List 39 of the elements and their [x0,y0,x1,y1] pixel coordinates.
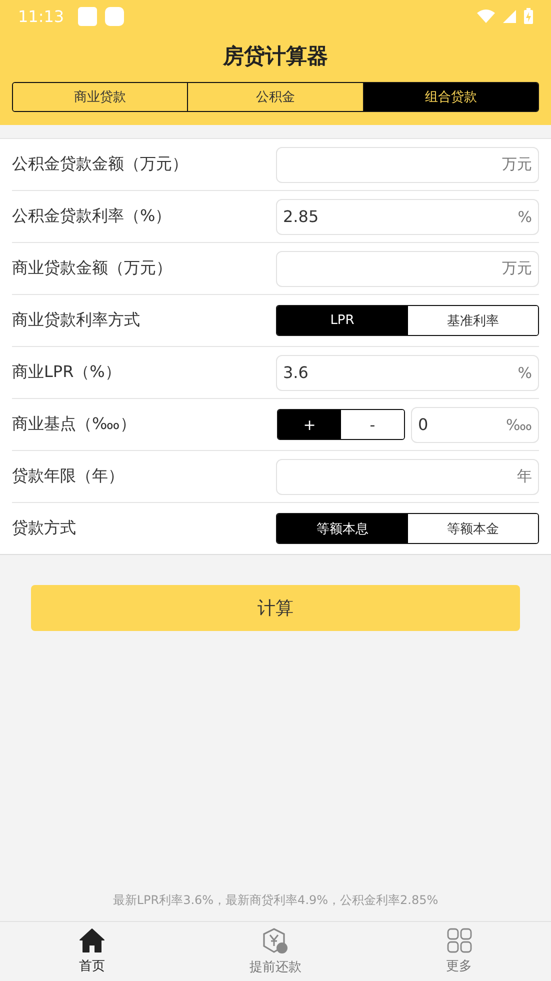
unit-label: 万元 [502,155,532,174]
calculate-button[interactable]: 计算 [31,585,520,631]
input-field[interactable]: 万元 [276,146,539,182]
field-label: 公积金贷款金额（万元） [12,154,189,175]
page-title: 房贷计算器 [222,43,329,70]
field-label: 商业贷款利率方式 [12,310,141,331]
unit-label: 万元 [502,259,532,278]
tab[interactable]: 组合贷款 [362,83,538,111]
field-label: 公积金贷款利率（%） [12,206,172,227]
field-label: 商业基点（‱） [12,414,137,435]
segment-option[interactable]: LPR [277,306,408,335]
unit-label: 年 [517,467,532,486]
home-icon [78,928,105,953]
input-field[interactable]: 年 [276,458,539,494]
rate-note: 最新LPR利率3.6%，最新商贷利率4.9%，公积金利率2.85% [112,892,440,909]
field-label: 贷款年限（年） [12,466,125,487]
unit-label: % [518,208,532,226]
field-label: 贷款方式 [12,518,77,539]
notification-icon [78,6,98,26]
input-field[interactable]: 3.6 % [276,354,539,390]
status-time: 11:13 [18,6,64,26]
field-label: 商业贷款金额（万元） [12,258,173,279]
notification-icon [105,6,124,26]
nav-tab[interactable]: 更多 [367,922,551,981]
field-label: 商业LPR（%） [12,362,122,383]
segment-option[interactable]: + [278,410,341,439]
input-field[interactable]: 0 ‱ [411,406,539,442]
grid-icon [446,928,472,953]
nav-tab[interactable]: 首页 [0,922,184,981]
wifi-icon [477,9,495,23]
battery-icon [524,8,533,24]
hexagon-coin-icon [262,928,289,954]
signal-icon [503,10,516,22]
input-field[interactable]: 2.85 % [276,198,539,234]
unit-label: % [518,364,532,382]
nav-tab[interactable]: 提前还款 [184,922,368,981]
segment-option[interactable]: 等额本息 [277,514,408,543]
unit-label: ‱ [506,416,532,434]
input-field[interactable]: 万元 [276,250,539,286]
